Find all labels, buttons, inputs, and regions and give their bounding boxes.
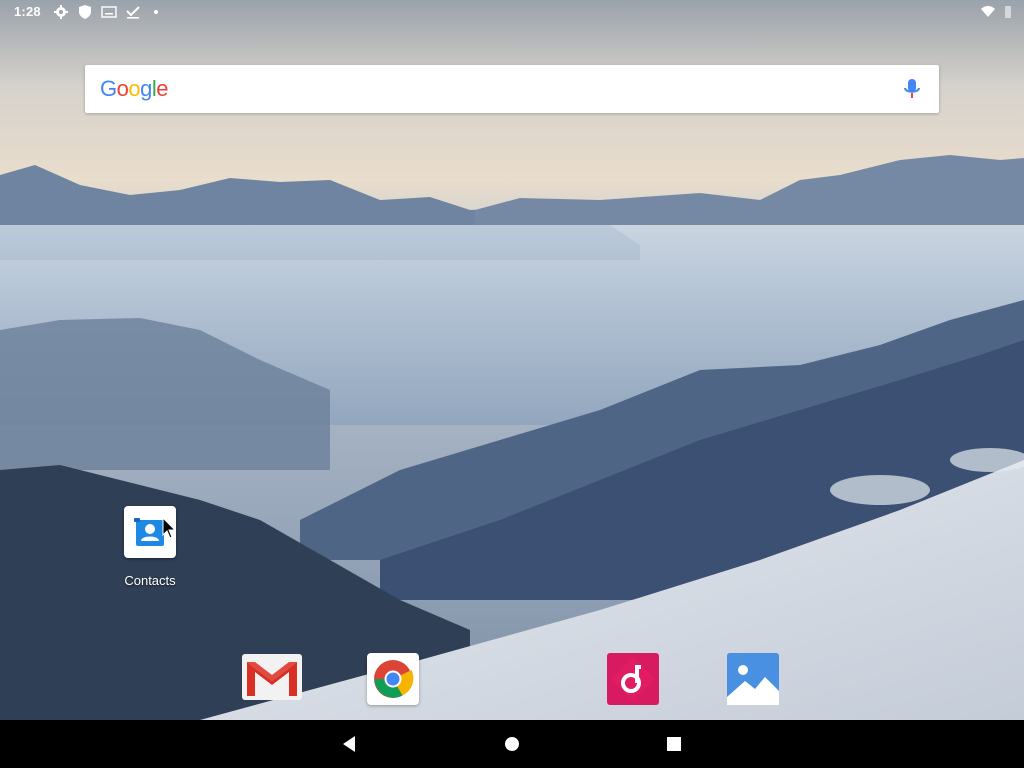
gallery-app[interactable] xyxy=(727,653,779,705)
music-icon xyxy=(607,653,659,705)
battery-icon xyxy=(1005,6,1011,18)
keyboard-icon xyxy=(101,6,117,18)
dot-icon xyxy=(154,10,158,14)
gmail-app[interactable] xyxy=(242,654,302,705)
google-search-bar[interactable]: Google xyxy=(85,65,939,113)
chrome-icon xyxy=(367,653,419,705)
back-icon[interactable] xyxy=(325,720,373,768)
gallery-icon xyxy=(727,653,779,705)
google-logo: Google xyxy=(100,76,169,101)
settings-icon xyxy=(54,5,68,19)
music-app[interactable] xyxy=(607,653,659,705)
contacts-label[interactable]: Contacts xyxy=(110,573,190,588)
gmail-icon xyxy=(242,654,302,700)
wifi-icon xyxy=(981,6,995,17)
mic-icon[interactable] xyxy=(903,78,921,100)
home-icon[interactable] xyxy=(488,720,536,768)
shield-icon xyxy=(79,5,91,19)
clock: 1:28 xyxy=(14,4,41,19)
recents-icon[interactable] xyxy=(650,720,698,768)
status-bar: 1:28 xyxy=(0,0,1024,24)
navigation-bar xyxy=(0,720,1024,768)
chrome-app[interactable] xyxy=(367,653,419,705)
mouse-cursor-icon xyxy=(162,517,176,539)
download-done-icon xyxy=(126,6,140,19)
